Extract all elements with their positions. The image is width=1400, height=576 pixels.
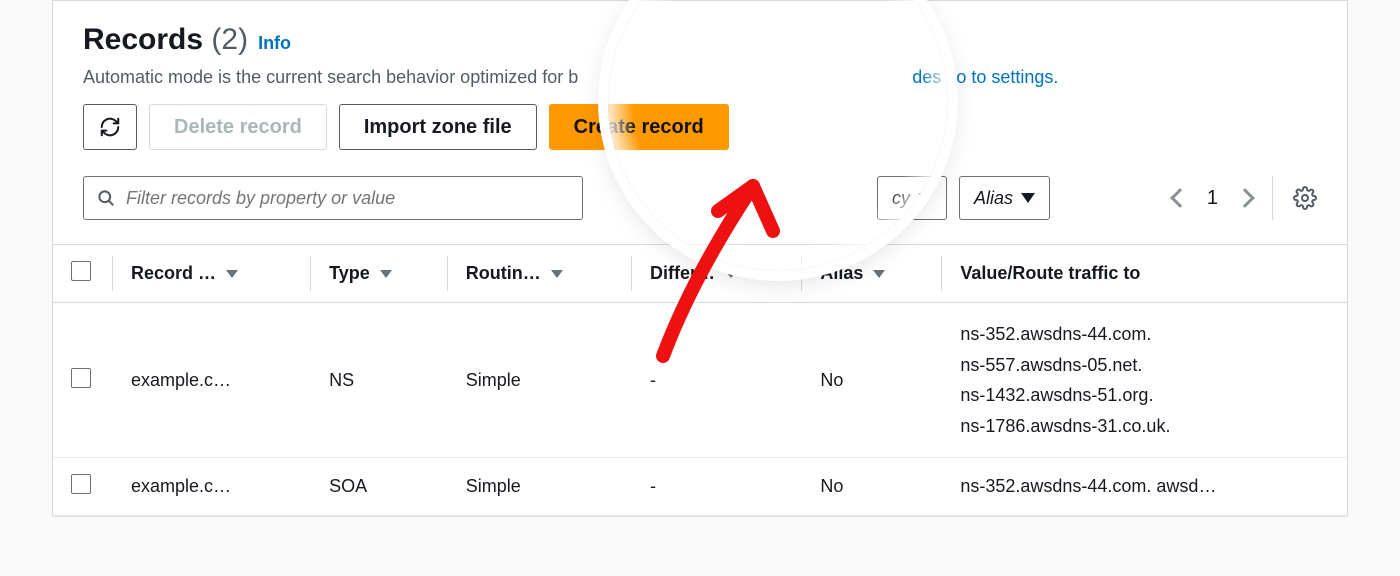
records-panel: Records (2) Info Automatic mode is the c… — [52, 0, 1348, 517]
title-count: (2) — [211, 23, 248, 56]
import-zone-file-button[interactable]: Import zone file — [339, 104, 537, 150]
routing-cell: Simple — [448, 458, 632, 516]
diff-cell: - — [632, 303, 802, 458]
value-cell: ns-352.awsdns-44.com. awsd… — [960, 476, 1216, 497]
sort-icon — [725, 270, 737, 278]
table-preferences-button[interactable] — [1272, 176, 1317, 220]
record-name-cell: example.c… — [131, 476, 231, 497]
row-checkbox[interactable] — [71, 368, 91, 388]
sort-icon — [380, 270, 392, 278]
create-record-button[interactable]: Create record — [549, 104, 729, 150]
chevron-left-icon — [1170, 188, 1190, 208]
chevron-right-icon — [1235, 188, 1255, 208]
col-type[interactable]: Type — [329, 263, 430, 284]
col-value[interactable]: Value/Route traffic to — [960, 263, 1329, 284]
sort-icon — [226, 270, 238, 278]
delete-record-button: Delete record — [149, 104, 327, 150]
caret-down-icon — [918, 193, 932, 203]
sort-icon — [873, 270, 885, 278]
caret-down-icon — [1021, 193, 1035, 203]
search-input[interactable] — [126, 188, 570, 209]
pager: 1 — [1173, 176, 1317, 220]
routing-policy-filter[interactable]: cy — [877, 176, 947, 220]
value-cell: ns-352.awsdns-44.com. ns-557.awsdns-05.n… — [960, 319, 1329, 441]
col-alias[interactable]: Alias — [820, 263, 924, 284]
pager-prev-button[interactable] — [1173, 191, 1187, 205]
gear-icon — [1293, 186, 1317, 210]
filter-row: cy Alias 1 — [83, 176, 1317, 220]
record-name-cell: example.c… — [131, 370, 231, 391]
alias-filter[interactable]: Alias — [959, 176, 1050, 220]
search-icon — [96, 188, 116, 208]
table-row[interactable]: example.c… SOA Simple - No ns-352.awsdns… — [53, 458, 1347, 516]
settings-link[interactable]: des go to settings. — [912, 67, 1058, 87]
routing-cell: Simple — [448, 303, 632, 458]
pager-current: 1 — [1207, 187, 1218, 210]
actions-row: Delete record Import zone file Create re… — [83, 104, 1317, 150]
type-cell: NS — [311, 303, 448, 458]
routing-policy-label: cy — [892, 188, 910, 209]
alias-filter-label: Alias — [974, 188, 1013, 209]
refresh-button[interactable] — [83, 104, 137, 150]
select-all-checkbox[interactable] — [71, 261, 91, 281]
pager-next-button[interactable] — [1238, 191, 1252, 205]
row-checkbox[interactable] — [71, 474, 91, 494]
col-record-name[interactable]: Record … — [131, 263, 293, 284]
refresh-icon — [99, 116, 121, 138]
type-cell: SOA — [311, 458, 448, 516]
search-box[interactable] — [83, 176, 583, 220]
title-text: Records — [83, 23, 203, 56]
subtitle: Automatic mode is the current search beh… — [83, 67, 1317, 88]
subtitle-text: Automatic mode is the current search beh… — [83, 67, 578, 87]
col-routing[interactable]: Routin… — [466, 263, 614, 284]
panel-header: Records (2) Info Automatic mode is the c… — [53, 1, 1347, 160]
diff-cell: - — [632, 458, 802, 516]
table-row[interactable]: example.c… NS Simple - No ns-352.awsdns-… — [53, 303, 1347, 458]
page-title: Records (2) — [83, 23, 248, 57]
alias-cell: No — [802, 303, 942, 458]
title-row: Records (2) Info — [83, 23, 1317, 57]
info-link[interactable]: Info — [258, 33, 291, 54]
col-diff[interactable]: Differ… — [650, 263, 784, 284]
records-table: Record … Type Routin… Differ… Alias Valu… — [53, 244, 1347, 516]
sort-icon — [551, 270, 563, 278]
alias-cell: No — [802, 458, 942, 516]
